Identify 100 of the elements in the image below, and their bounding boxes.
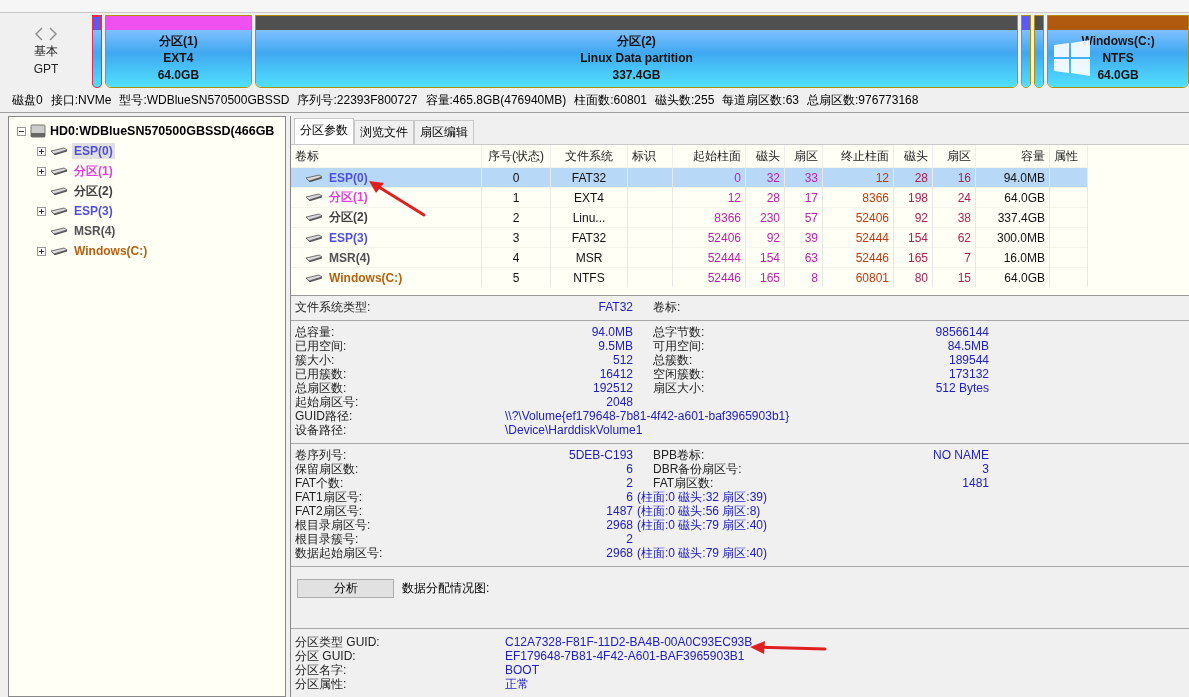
field-value: 正常 bbox=[505, 677, 529, 691]
partition-block[interactable] bbox=[1021, 14, 1032, 88]
table-row[interactable]: 分区(1) 1 EXT4 12 28 17 8366 198 24 64.0GB bbox=[291, 187, 1088, 208]
field-label: FAT1扇区号: bbox=[295, 490, 364, 504]
field-label: 总扇区数: bbox=[295, 381, 348, 395]
table-cell bbox=[627, 187, 673, 208]
disk-info-text: 总扇区数:976773168 bbox=[807, 92, 919, 108]
table-cell: Windows(C:) bbox=[329, 270, 403, 285]
drive-icon bbox=[50, 187, 68, 195]
field-label: 已用空间: bbox=[295, 339, 348, 353]
column-header[interactable]: 文件系统 bbox=[550, 145, 628, 168]
table-cell: 52446 bbox=[672, 267, 746, 287]
table-row[interactable]: MSR(4) 4 MSR 52444 154 63 52446 165 7 16.0MB bbox=[291, 247, 1088, 268]
field-label: FAT个数: bbox=[295, 476, 345, 490]
column-header[interactable]: 序号(状态) bbox=[481, 145, 551, 168]
table-cell: 1 bbox=[481, 187, 551, 208]
column-header[interactable]: 终止柱面 bbox=[822, 145, 894, 168]
field-value: NO NAME bbox=[932, 448, 989, 462]
table-cell: 154 bbox=[893, 227, 933, 248]
field-value: 98566144 bbox=[934, 325, 989, 339]
column-header[interactable]: 起始柱面 bbox=[672, 145, 746, 168]
table-cell bbox=[1049, 187, 1088, 208]
field-label: GUID路径: bbox=[295, 409, 354, 423]
table-cell: 16.0MB bbox=[975, 247, 1050, 268]
partition-block[interactable]: 分区(1) EXT4 64.0GB bbox=[105, 14, 252, 88]
tree-item[interactable]: MSR(4) bbox=[72, 223, 118, 239]
table-row[interactable]: 分区(2) 2 Linu... 8366 230 57 52406 92 38 337.4GB bbox=[291, 207, 1088, 228]
field-value: 192512 bbox=[591, 381, 633, 395]
allocation-map-label: 数据分配情况图: bbox=[402, 580, 490, 597]
field-value: 189544 bbox=[947, 353, 989, 367]
field-value: 6 bbox=[625, 490, 633, 504]
tree-item[interactable]: HD0:WDBlueSN570500GBSSD(466GB bbox=[50, 124, 275, 138]
column-header[interactable]: 卷标 bbox=[291, 145, 482, 168]
partition-text: EXT4 bbox=[163, 49, 194, 67]
column-header[interactable]: 扇区 bbox=[784, 145, 823, 168]
partition-block[interactable] bbox=[92, 14, 102, 88]
drive-icon bbox=[305, 253, 323, 262]
partition-block[interactable]: Windows(C:) NTFS 64.0GB bbox=[1047, 14, 1189, 88]
disk-info-text: 磁盘0 bbox=[12, 92, 43, 108]
tree-item[interactable]: ESP(3) bbox=[72, 203, 115, 219]
field-label: 数据起始扇区号: bbox=[295, 546, 384, 560]
field-note: (柱面:0 磁头:79 扇区:40) bbox=[636, 546, 769, 560]
field-value: BOOT bbox=[505, 663, 539, 677]
table-cell: 2 bbox=[481, 207, 551, 228]
field-label: 文件系统类型: bbox=[295, 300, 372, 314]
tab[interactable]: 分区参数 bbox=[294, 118, 354, 144]
column-header[interactable]: 扇区 bbox=[932, 145, 976, 168]
field-label: BPB卷标: bbox=[653, 448, 706, 462]
drive-icon bbox=[50, 207, 68, 215]
collapse-icon[interactable] bbox=[17, 126, 26, 136]
table-cell: 0 bbox=[481, 167, 551, 188]
table-cell: 64.0GB bbox=[975, 267, 1050, 287]
table-cell: 28 bbox=[893, 167, 933, 188]
field-label: DBR备份扇区号: bbox=[653, 462, 743, 476]
partition-block[interactable]: 分区(2) Linux Data partition 337.4GB bbox=[254, 14, 1019, 88]
field-value: 2968 bbox=[605, 546, 633, 560]
field-value: 173132 bbox=[947, 367, 989, 381]
partition-text: 分区(2) bbox=[617, 32, 656, 50]
expand-icon[interactable] bbox=[37, 146, 46, 156]
column-header[interactable]: 磁头 bbox=[893, 145, 933, 168]
disk-style-label: 基本 bbox=[34, 42, 58, 60]
drive-icon bbox=[50, 247, 68, 255]
expand-icon[interactable] bbox=[37, 246, 46, 256]
field-label: 根目录簇号: bbox=[295, 532, 360, 546]
column-header[interactable]: 容量 bbox=[975, 145, 1050, 168]
disk-style-label: GPT bbox=[33, 61, 59, 76]
drive-icon bbox=[305, 233, 323, 242]
table-cell: 3 bbox=[481, 227, 551, 248]
tree-item[interactable]: ESP(0) bbox=[72, 143, 115, 159]
table-cell: 94.0MB bbox=[975, 167, 1050, 188]
table-row[interactable]: Windows(C:) 5 NTFS 52446 165 8 60801 80 15 64.0GB bbox=[291, 267, 1088, 287]
column-header[interactable]: 标识 bbox=[627, 145, 673, 168]
column-header[interactable]: 磁头 bbox=[745, 145, 785, 168]
field-label: 设备路径: bbox=[295, 423, 348, 437]
drive-icon bbox=[50, 167, 68, 175]
table-cell: 分区(2) bbox=[329, 210, 368, 224]
drive-icon bbox=[50, 147, 68, 155]
tree-item[interactable]: 分区(2) bbox=[72, 181, 115, 201]
table-cell: 337.4GB bbox=[975, 207, 1050, 228]
table-cell: 230 bbox=[745, 207, 785, 228]
tab[interactable]: 浏览文件 bbox=[354, 120, 414, 144]
field-value: 3 bbox=[981, 462, 989, 476]
table-row[interactable]: ESP(0) 0 FAT32 0 32 33 12 28 16 94.0MB bbox=[291, 167, 1088, 188]
table-cell: FAT32 bbox=[550, 227, 628, 248]
table-cell: 52446 bbox=[822, 247, 894, 268]
field-label: 分区属性: bbox=[295, 677, 348, 691]
field-label: 已用簇数: bbox=[295, 367, 348, 381]
table-cell: MSR(4) bbox=[329, 250, 371, 265]
tree-item[interactable]: Windows(C:) bbox=[72, 243, 150, 259]
field-value: FAT32 bbox=[597, 300, 633, 314]
tab[interactable]: 扇区编辑 bbox=[414, 120, 474, 144]
expand-icon[interactable] bbox=[37, 166, 46, 176]
field-label: 空闲簇数: bbox=[653, 367, 706, 381]
column-header[interactable]: 属性 bbox=[1049, 145, 1088, 168]
partition-block[interactable] bbox=[1034, 14, 1045, 88]
partition-text: 337.4GB bbox=[612, 66, 661, 84]
expand-icon[interactable] bbox=[37, 206, 46, 216]
table-row[interactable]: ESP(3) 3 FAT32 52406 92 39 52444 154 62 300.0MB bbox=[291, 227, 1088, 248]
table-cell: 33 bbox=[784, 167, 823, 188]
analyze-button[interactable]: 分析 bbox=[297, 579, 394, 598]
